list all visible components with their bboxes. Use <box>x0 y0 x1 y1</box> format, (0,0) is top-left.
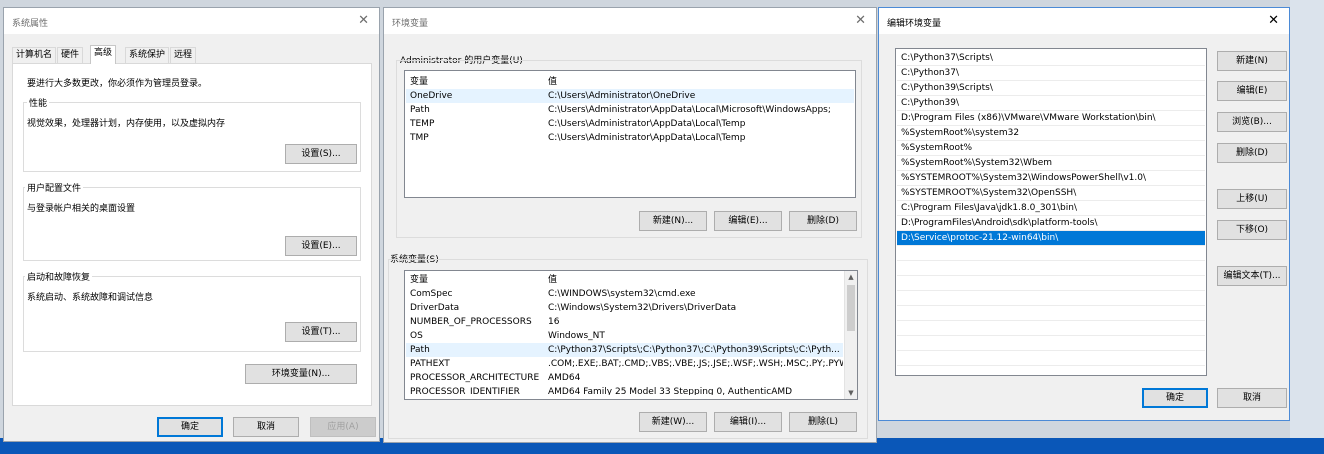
title-bar: 环境变量 ✕ <box>384 8 876 34</box>
path-list-item[interactable]: %SYSTEMROOT%\System32\OpenSSH\ <box>897 186 1205 201</box>
user-variables-list[interactable]: 变量 值 OneDrive C:\Users\Administrator\One… <box>404 70 856 198</box>
title-bar: 系统属性 ✕ <box>4 8 379 34</box>
list-item[interactable]: OneDrive C:\Users\Administrator\OneDrive <box>406 89 854 103</box>
list-item[interactable]: ComSpec C:\WINDOWS\system32\cmd.exe <box>406 287 856 301</box>
ok-button[interactable]: 确定 <box>1142 388 1208 408</box>
user-edit-button[interactable]: 编辑(E)... <box>714 211 782 231</box>
path-list-item[interactable] <box>897 336 1205 351</box>
path-list-item[interactable]: %SystemRoot%\system32 <box>897 126 1205 141</box>
user-delete-button[interactable]: 删除(D) <box>789 211 857 231</box>
window-title: 系统属性 <box>12 19 49 29</box>
path-list-item[interactable]: C:\Python37\Scripts\ <box>897 51 1205 66</box>
admin-note: 要进行大多数更改，你必须作为管理员登录。 <box>27 79 208 89</box>
path-list-item[interactable] <box>897 306 1205 321</box>
path-list-item[interactable]: D:\Program Files (x86)\VMware\VMware Wor… <box>897 111 1205 126</box>
startup-recovery-settings-button[interactable]: 设置(T)... <box>285 322 357 342</box>
column-header-variable[interactable]: 变量 <box>410 75 428 89</box>
apply-button[interactable]: 应用(A) <box>310 417 376 437</box>
path-list-item[interactable] <box>897 276 1205 291</box>
move-down-button[interactable]: 下移(O) <box>1217 220 1287 240</box>
startup-recovery-desc: 系统启动、系统故障和调试信息 <box>27 293 154 303</box>
ok-button[interactable]: 确定 <box>157 417 223 437</box>
vertical-scrollbar[interactable]: ▲ ▼ <box>844 271 857 399</box>
close-icon[interactable]: ✕ <box>855 13 866 28</box>
edit-button[interactable]: 编辑(E) <box>1217 81 1287 101</box>
path-list-item[interactable] <box>897 246 1205 261</box>
close-icon[interactable]: ✕ <box>358 13 369 28</box>
performance-desc: 视觉效果，处理器计划，内存使用，以及虚拟内存 <box>27 119 226 129</box>
column-header-variable[interactable]: 变量 <box>410 273 428 287</box>
desktop-background <box>1290 0 1324 454</box>
path-list-item[interactable]: %SystemRoot%\System32\Wbem <box>897 156 1205 171</box>
system-variables-list[interactable]: 变量 值 ComSpec C:\WINDOWS\system32\cmd.exe… <box>404 270 858 400</box>
list-item[interactable]: NUMBER_OF_PROCESSORS 16 <box>406 315 856 329</box>
edit-text-button[interactable]: 编辑文本(T)... <box>1217 266 1287 286</box>
path-list-item[interactable] <box>897 291 1205 306</box>
title-bar: 编辑环境变量 ✕ <box>879 8 1289 34</box>
performance-settings-button[interactable]: 设置(S)... <box>285 144 357 164</box>
user-profile-settings-button[interactable]: 设置(E)... <box>285 236 357 256</box>
system-edit-button[interactable]: 编辑(I)... <box>714 412 782 432</box>
scroll-up-icon[interactable]: ▲ <box>845 271 857 283</box>
path-list-item[interactable]: C:\Python39\Scripts\ <box>897 81 1205 96</box>
new-button[interactable]: 新建(N) <box>1217 51 1287 71</box>
list-item[interactable]: PROCESSOR_ARCHITECTURE AMD64 <box>406 371 856 385</box>
performance-title: 性能 <box>27 96 50 109</box>
close-icon[interactable]: ✕ <box>1268 13 1279 28</box>
list-item[interactable]: DriverData C:\Windows\System32\Drivers\D… <box>406 301 856 315</box>
environment-variables-window: 环境变量 ✕ Administrator 的用户变量(U) 变量 值 OneDr… <box>383 7 877 443</box>
scroll-down-icon[interactable]: ▼ <box>845 387 857 399</box>
tab-advanced[interactable]: 高级 <box>90 45 117 64</box>
list-item[interactable]: Path C:\Users\Administrator\AppData\Loca… <box>406 103 854 117</box>
list-item[interactable]: PROCESSOR_IDENTIFIER AMD64 Family 25 Mod… <box>406 385 856 395</box>
delete-button[interactable]: 删除(D) <box>1217 143 1287 163</box>
user-new-button[interactable]: 新建(N)... <box>639 211 707 231</box>
tab-remote[interactable]: 远程 <box>170 47 197 63</box>
startup-recovery-title: 启动和故障恢复 <box>25 270 93 283</box>
system-new-button[interactable]: 新建(W)... <box>639 412 707 432</box>
path-list-item[interactable] <box>897 351 1205 366</box>
user-profile-desc: 与登录帐户相关的桌面设置 <box>27 204 136 214</box>
list-item[interactable]: OS Windows_NT <box>406 329 856 343</box>
list-item[interactable]: TMP C:\Users\Administrator\AppData\Local… <box>406 131 854 145</box>
browse-button[interactable]: 浏览(B)... <box>1217 112 1287 132</box>
advanced-panel: 要进行大多数更改，你必须作为管理员登录。 性能 视觉效果，处理器计划，内存使用，… <box>12 63 372 406</box>
path-list-item[interactable] <box>897 321 1205 336</box>
list-item[interactable]: PATHEXT .COM;.EXE;.BAT;.CMD;.VBS;.VBE;.J… <box>406 357 843 371</box>
tab-system-protection[interactable]: 系统保护 <box>125 47 170 63</box>
path-list-item[interactable]: D:\Service\protoc-21.12-win64\bin\ <box>897 231 1205 246</box>
system-properties-window: 系统属性 ✕ 计算机名 硬件 高级 系统保护 远程 要进行大多数更改，你必须作为… <box>3 7 380 442</box>
column-header-value[interactable]: 值 <box>548 273 557 287</box>
cancel-button[interactable]: 取消 <box>1217 388 1287 408</box>
path-list-item[interactable]: %SystemRoot% <box>897 141 1205 156</box>
column-header-value[interactable]: 值 <box>548 75 557 89</box>
cancel-button[interactable]: 取消 <box>233 417 299 437</box>
tab-hardware[interactable]: 硬件 <box>57 47 84 63</box>
edit-environment-variable-window: 编辑环境变量 ✕ C:\Python37\Scripts\ C:\Python37… <box>878 7 1290 421</box>
list-item[interactable]: Path C:\Python37\Scripts\;C:\Python37\;C… <box>406 343 843 357</box>
path-list-item[interactable]: %SYSTEMROOT%\System32\WindowsPowerShell\… <box>897 171 1205 186</box>
system-delete-button[interactable]: 删除(L) <box>789 412 857 432</box>
user-profile-title: 用户配置文件 <box>25 181 84 194</box>
window-title: 环境变量 <box>392 19 429 29</box>
path-list-item[interactable] <box>897 261 1205 276</box>
list-header: 变量 值 <box>406 273 856 287</box>
list-header: 变量 值 <box>406 75 854 89</box>
path-list-item[interactable]: C:\Python37\ <box>897 66 1205 81</box>
path-list[interactable]: C:\Python37\Scripts\ C:\Python37\ C:\Pytho… <box>895 48 1207 376</box>
path-list-item[interactable]: C:\Python39\ <box>897 96 1205 111</box>
environment-variables-button[interactable]: 环境变量(N)... <box>245 364 357 384</box>
move-up-button[interactable]: 上移(U) <box>1217 189 1287 209</box>
path-list-item[interactable]: C:\Program Files\Java\jdk1.8.0_301\bin\ <box>897 201 1205 216</box>
window-title: 编辑环境变量 <box>887 19 942 29</box>
list-item[interactable]: TEMP C:\Users\Administrator\AppData\Loca… <box>406 117 854 131</box>
path-list-item[interactable]: D:\ProgramFiles\Android\sdk\platform-too… <box>897 216 1205 231</box>
tab-computer-name[interactable]: 计算机名 <box>12 47 57 63</box>
scrollbar-thumb[interactable] <box>847 285 855 331</box>
